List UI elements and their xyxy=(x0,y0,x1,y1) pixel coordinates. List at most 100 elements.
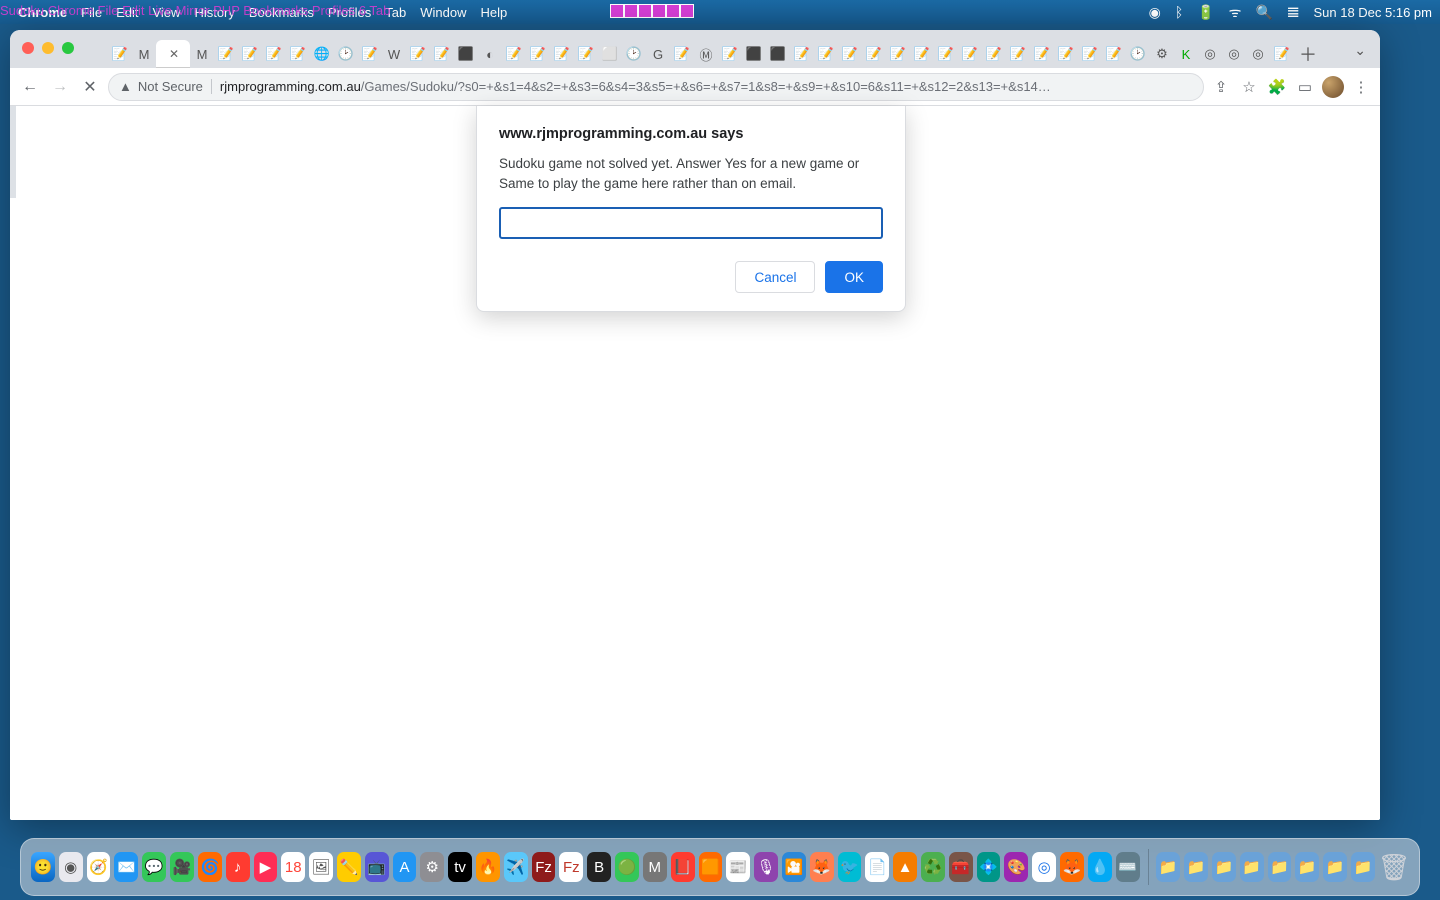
dock-app[interactable]: 🦊 xyxy=(810,852,834,882)
dock-folder[interactable]: 📁 xyxy=(1268,852,1292,882)
dock-app[interactable]: ▶ xyxy=(254,852,278,882)
dock-folder[interactable]: 📁 xyxy=(1240,852,1264,882)
stop-reload-button[interactable]: ✕ xyxy=(78,77,102,97)
dialog-prompt-input[interactable] xyxy=(499,207,883,239)
dock-app[interactable]: 📕 xyxy=(671,852,695,882)
tab[interactable]: 📝 xyxy=(886,40,910,68)
tab[interactable]: 📝 xyxy=(502,40,526,68)
tab[interactable]: 📝 xyxy=(934,40,958,68)
tab[interactable]: 📝 xyxy=(108,40,132,68)
tab[interactable]: 📝 xyxy=(982,40,1006,68)
tab[interactable]: K xyxy=(1174,40,1198,68)
dock-app[interactable]: 🧰 xyxy=(949,852,973,882)
tab[interactable]: 📝 xyxy=(790,40,814,68)
tab[interactable]: ⬜ xyxy=(598,40,622,68)
menu-help[interactable]: Help xyxy=(481,5,508,20)
tab[interactable]: ◎ xyxy=(1198,40,1222,68)
dock-app[interactable]: 🖼 xyxy=(309,852,333,882)
profile-avatar[interactable] xyxy=(1322,76,1344,98)
side-panel-icon[interactable]: ▭ xyxy=(1294,78,1316,96)
dock-app-notes[interactable]: ✏️ xyxy=(337,852,361,882)
dock-app-music[interactable]: ♪ xyxy=(226,852,250,882)
window-minimise-button[interactable] xyxy=(42,42,54,54)
tab[interactable]: ⬛ xyxy=(742,40,766,68)
dock-app-tv[interactable]: tv xyxy=(448,852,472,882)
window-close-button[interactable] xyxy=(22,42,34,54)
dialog-cancel-button[interactable]: Cancel xyxy=(735,261,815,293)
tab[interactable]: 📝 xyxy=(526,40,550,68)
tab[interactable]: 📝 xyxy=(1270,40,1294,68)
tab[interactable]: 📝 xyxy=(550,40,574,68)
dock-folder[interactable]: 📁 xyxy=(1323,852,1347,882)
dock-app[interactable]: 💧 xyxy=(1088,852,1112,882)
new-tab-button[interactable]: ＋ xyxy=(1294,41,1322,67)
tab[interactable]: 📝 xyxy=(910,40,934,68)
tab[interactable]: 📝 xyxy=(286,40,310,68)
dock-app[interactable]: 🔥 xyxy=(476,852,500,882)
dock-trash[interactable]: 🗑 xyxy=(1379,852,1409,882)
dock-app-filezilla[interactable]: Fz xyxy=(532,852,556,882)
window-zoom-button[interactable] xyxy=(62,42,74,54)
battery-icon[interactable]: 🔋 xyxy=(1197,4,1214,21)
tab-overflow-icon[interactable]: ⌄ xyxy=(1354,42,1366,59)
dock-app[interactable]: 📰 xyxy=(726,852,750,882)
dock-app-chrome[interactable]: ◎ xyxy=(1032,852,1056,882)
dock-folder[interactable]: 📁 xyxy=(1351,852,1375,882)
bookmark-star-icon[interactable]: ☆ xyxy=(1238,78,1260,96)
dock-app-zoom[interactable]: 🎦 xyxy=(782,852,806,882)
dock-app[interactable]: 🟢 xyxy=(615,852,639,882)
dock-app[interactable]: ♻️ xyxy=(921,852,945,882)
tab[interactable]: 🕑 xyxy=(622,40,646,68)
back-button[interactable]: ← xyxy=(18,78,42,96)
tab[interactable]: 📝 xyxy=(430,40,454,68)
spotlight-icon[interactable]: 🔍 xyxy=(1255,4,1272,21)
dock-app[interactable]: 🐦 xyxy=(838,852,862,882)
tab[interactable]: Ⓜ xyxy=(694,40,718,68)
tab[interactable]: 📝 xyxy=(1006,40,1030,68)
chrome-menu-icon[interactable]: ⋮ xyxy=(1350,78,1372,96)
tab[interactable]: 📝 xyxy=(262,40,286,68)
tab-close-icon[interactable]: ✕ xyxy=(169,47,179,61)
dock-folder[interactable]: 📁 xyxy=(1212,852,1236,882)
tab[interactable]: G xyxy=(646,40,670,68)
dock-app-finder[interactable]: 🙂 xyxy=(31,852,55,882)
tab[interactable]: 🕑 xyxy=(334,40,358,68)
dock-app-bbedit[interactable]: B xyxy=(587,852,611,882)
dock-app-launchpad[interactable]: ◉ xyxy=(59,852,83,882)
tab[interactable]: 📝 xyxy=(1078,40,1102,68)
recording-indicator-icon[interactable]: ◉ xyxy=(1149,4,1161,21)
dock-app-messages[interactable]: 💬 xyxy=(142,852,166,882)
dock-app-safari[interactable]: 🧭 xyxy=(87,852,111,882)
share-icon[interactable]: ⇪ xyxy=(1210,78,1232,96)
wifi-icon[interactable]: ᯤ xyxy=(1229,3,1242,22)
menu-window[interactable]: Window xyxy=(420,5,466,20)
tab[interactable]: ⬛ xyxy=(454,40,478,68)
tab[interactable]: ◎ xyxy=(1246,40,1270,68)
dock-folder[interactable]: 📁 xyxy=(1295,852,1319,882)
tab[interactable]: 📝 xyxy=(406,40,430,68)
dock-app-facetime[interactable]: 🎥 xyxy=(170,852,194,882)
address-bar[interactable]: ▲ Not Secure rjmprogramming.com.au /Game… xyxy=(108,73,1204,101)
dialog-ok-button[interactable]: OK xyxy=(825,261,883,293)
tab[interactable]: 📝 xyxy=(958,40,982,68)
tab[interactable]: ⚙ xyxy=(1150,40,1174,68)
dock-app-vlc[interactable]: ▲ xyxy=(893,852,917,882)
tab[interactable]: 🕑 xyxy=(1126,40,1150,68)
tab[interactable]: 📝 xyxy=(214,40,238,68)
control-centre-icon[interactable]: 𝌆 xyxy=(1287,4,1300,21)
tab[interactable]: 📝 xyxy=(670,40,694,68)
tab[interactable]: 📝 xyxy=(718,40,742,68)
tab[interactable]: 📝 xyxy=(814,40,838,68)
dock-app[interactable]: ⌨️ xyxy=(1116,852,1140,882)
tab[interactable]: 📝 xyxy=(358,40,382,68)
dock-app-appstore[interactable]: A xyxy=(393,852,417,882)
active-tab[interactable]: ✕ xyxy=(156,40,190,68)
dock-app-settings[interactable]: ⚙ xyxy=(420,852,444,882)
dock-folder[interactable]: 📁 xyxy=(1184,852,1208,882)
tab[interactable]: 📝 xyxy=(862,40,886,68)
tab[interactable]: 🌐 xyxy=(310,40,334,68)
bluetooth-icon[interactable]: ᛒ xyxy=(1175,4,1183,20)
dock-app-firefox[interactable]: 🦊 xyxy=(1060,852,1084,882)
tab[interactable]: W xyxy=(382,40,406,68)
tab[interactable]: 📝 xyxy=(1030,40,1054,68)
